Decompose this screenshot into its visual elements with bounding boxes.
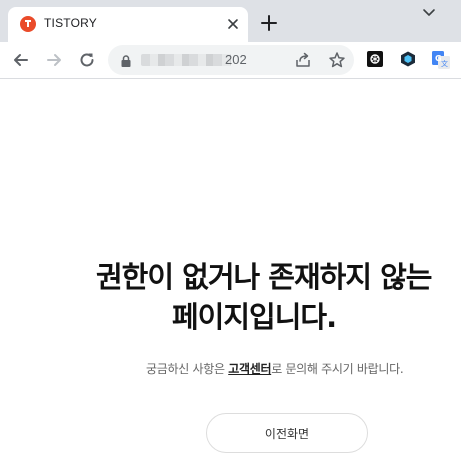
page-content: 권한이 없거나 존재하지 않는 페이지입니다. 궁금하신 사항은 고객센터로 문…	[0, 79, 461, 460]
help-text-before: 궁금하신 사항은	[146, 362, 229, 376]
browser-window: TISTORY 202 G 文 권한이 없거나 존재하지 않는 페이지입니다. …	[0, 0, 461, 460]
tab-title: TISTORY	[44, 16, 97, 30]
browser-toolbar: 202 G 文	[0, 42, 461, 79]
google-translate-icon[interactable]: G 文	[432, 51, 450, 69]
headline-line-1: 권한이 없거나 존재하지 않는	[96, 260, 432, 294]
url-text: 202	[225, 52, 247, 67]
address-bar[interactable]: 202	[108, 45, 354, 75]
svg-text:文: 文	[441, 59, 448, 68]
help-text-after: 로 문의해 주시기 바랍니다.	[271, 362, 404, 376]
plus-icon[interactable]	[259, 13, 279, 33]
lock-icon[interactable]	[119, 53, 133, 67]
blurred-url	[141, 54, 231, 66]
reload-icon[interactable]	[77, 50, 97, 70]
dark-extension-icon[interactable]	[400, 51, 416, 67]
close-icon[interactable]	[224, 15, 242, 33]
star-icon[interactable]	[328, 51, 346, 69]
arrow-right-icon[interactable]	[44, 50, 64, 70]
tab-strip: TISTORY	[0, 0, 461, 42]
arrow-left-icon[interactable]	[11, 50, 31, 70]
share-icon[interactable]	[295, 52, 311, 68]
previous-page-button[interactable]: 이전화면	[206, 413, 368, 453]
chevron-down-icon[interactable]	[420, 4, 438, 22]
tab-tistory[interactable]: TISTORY	[8, 7, 248, 42]
tistory-favicon-icon	[20, 16, 36, 32]
openai-extension-icon[interactable]	[367, 51, 383, 67]
customer-center-link[interactable]: 고객센터	[228, 362, 271, 376]
help-text: 궁금하신 사항은 고객센터로 문의해 주시기 바랍니다.	[146, 360, 404, 377]
headline-line-2: 페이지입니다.	[172, 300, 337, 334]
error-headline: 권한이 없거나 존재하지 않는 페이지입니다.	[96, 257, 461, 337]
